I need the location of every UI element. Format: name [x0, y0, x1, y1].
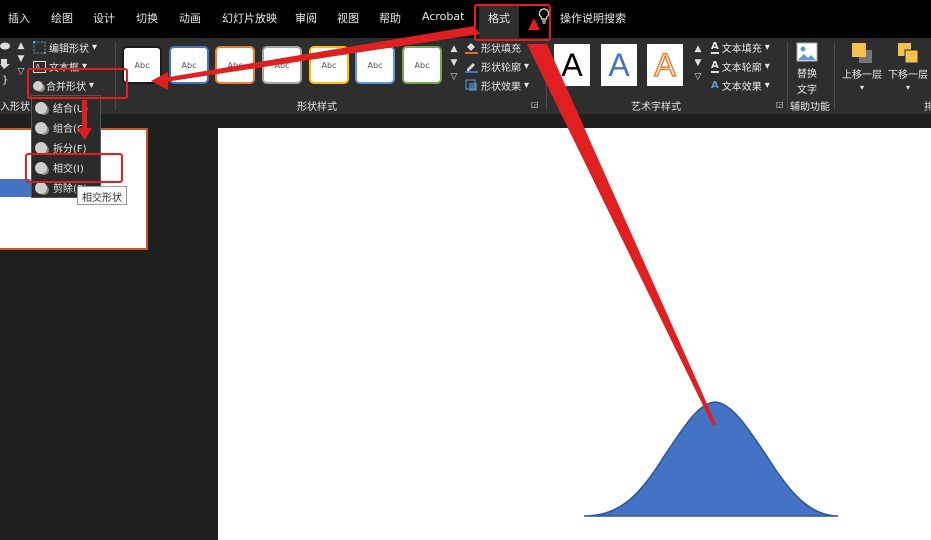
accessibility-group-label: 辅助功能 [790, 102, 830, 113]
wordart-style-orange[interactable]: A [647, 44, 683, 86]
shape-outline-button[interactable]: 形状轮廓 ▾ [465, 59, 529, 74]
tab-draw[interactable]: 绘图 [51, 10, 73, 26]
menu-item-combine[interactable]: 组合(C) [35, 120, 88, 135]
tab-help[interactable]: 帮助 [379, 10, 401, 26]
shape-fill-label: 形状填充 [481, 44, 521, 55]
shape-styles-group-label: 形状样式 [297, 102, 337, 113]
highlight-intersect-item [25, 153, 123, 183]
alt-text-label-line1: 替换 [797, 69, 817, 80]
tab-review[interactable]: 审阅 [295, 10, 317, 26]
chevron-down-icon: ▾ [764, 42, 770, 53]
subtract-icon [35, 181, 47, 194]
chevron-down-icon: ▾ [524, 80, 530, 91]
send-backward-label: 下移一层 [888, 70, 928, 81]
text-effects-icon: A [711, 80, 719, 91]
chevron-down-icon: ▾ [764, 80, 770, 91]
highlight-format-tab [474, 4, 551, 41]
divider [834, 42, 835, 110]
insert-shapes-group-label: 入形状 [0, 102, 30, 113]
chevron-down-icon: ▾ [524, 61, 530, 72]
text-fill-button[interactable]: A 文本填充 ▾ [711, 40, 770, 55]
shape-effects-button[interactable]: 形状效果 ▾ [465, 78, 529, 93]
shape-style-swatch[interactable]: Abc [169, 46, 209, 84]
shape-outline-label: 形状轮廓 [481, 63, 521, 74]
image-alt-text-icon [796, 42, 818, 62]
intersect-tooltip: 相交形状 [77, 186, 127, 205]
chevron-down-icon: ▾ [905, 83, 910, 92]
edit-shape-label: 编辑形状 [49, 44, 89, 55]
edit-shape-icon [33, 41, 46, 54]
shape-effects-label: 形状效果 [481, 82, 521, 93]
tab-insert[interactable]: 插入 [8, 10, 30, 26]
menu-item-union[interactable]: 结合(U) [35, 100, 88, 115]
highlight-merge-shapes [27, 68, 128, 99]
menu-item-label: 组合(C) [53, 124, 88, 135]
tab-acrobat[interactable]: Acrobat [422, 10, 464, 23]
text-fill-label: 文本填充 [721, 44, 762, 55]
combine-icon [35, 121, 47, 134]
shape-style-swatch[interactable]: Abc [122, 46, 162, 84]
shape-styles-scroll-arrows[interactable]: ▲ ▼ ▽ [447, 42, 461, 84]
chevron-down-icon: ▾ [92, 42, 98, 53]
bring-forward-button[interactable]: 上移一层 ▾ [842, 42, 882, 92]
arrange-group-label: 排 [924, 102, 931, 113]
shape-style-swatch[interactable]: Abc [215, 46, 255, 84]
chevron-down-icon: ▾ [859, 83, 864, 92]
divider [787, 42, 788, 110]
shape-brace-icon[interactable]: } [2, 75, 8, 86]
wordart-style-blue[interactable]: A [601, 44, 637, 86]
menu-item-label: 结合(U) [53, 104, 89, 115]
tell-me-search[interactable]: 操作说明搜索 [560, 10, 626, 26]
tab-animations[interactable]: 动画 [179, 10, 201, 26]
bring-forward-label: 上移一层 [842, 70, 882, 81]
divider [546, 42, 547, 110]
wordart-group-label: 艺术字样式 [631, 102, 681, 113]
tab-transitions[interactable]: 切换 [136, 10, 158, 26]
chevron-down-icon: ▾ [764, 61, 770, 72]
bring-forward-icon [852, 43, 872, 63]
shape-effects-icon [465, 79, 477, 91]
text-effects-label: 文本效果 [721, 82, 762, 93]
text-outline-icon: A [711, 60, 719, 73]
slide-canvas[interactable] [218, 128, 931, 540]
dialog-launcher-icon[interactable]: ◲ [776, 100, 784, 109]
pen-icon [465, 63, 478, 73]
wordart-style-black[interactable]: A [554, 44, 590, 86]
shape-arrow-icon[interactable] [0, 59, 12, 69]
alt-text-label-line2: 文字 [797, 85, 817, 96]
shape-oval-icon[interactable] [0, 42, 12, 50]
shape-fill-button[interactable]: 形状填充 [465, 40, 521, 55]
tab-view[interactable]: 视图 [337, 10, 359, 26]
tab-slideshow[interactable]: 幻灯片放映 [222, 10, 277, 26]
alt-text-button[interactable]: 替换 文字 [796, 42, 818, 96]
ribbon-tab-bar: 插入 绘图 设计 切换 动画 幻灯片放映 审阅 视图 帮助 Acrobat 格式… [0, 0, 931, 38]
text-effects-button[interactable]: A 文本效果 ▾ [711, 78, 770, 93]
text-outline-label: 文本轮廓 [721, 63, 762, 74]
send-backward-button[interactable]: 下移一层 ▾ [888, 42, 928, 92]
shape-style-swatch[interactable]: Abc [262, 46, 302, 84]
shape-style-swatch[interactable]: Abc [355, 46, 395, 84]
edit-shape-button[interactable]: 编辑形状 ▾ [33, 40, 97, 55]
text-outline-button[interactable]: A 文本轮廓 ▾ [711, 59, 770, 74]
tab-design[interactable]: 设计 [93, 10, 115, 26]
shape-style-swatch[interactable]: Abc [402, 46, 442, 84]
paint-bucket-icon [465, 43, 478, 54]
wordart-scroll-arrows[interactable]: ▲ ▼ ▽ [691, 42, 705, 84]
union-icon [35, 101, 47, 114]
send-backward-icon [898, 43, 919, 64]
dialog-launcher-icon[interactable]: ◲ [531, 100, 539, 109]
shapes-scroll-arrows[interactable]: ▲ ▼ ▽ [14, 40, 28, 79]
fragment-icon [35, 141, 47, 154]
shape-style-swatch[interactable]: Abc [309, 46, 349, 84]
bell-curve-shape[interactable] [218, 128, 931, 540]
text-fill-icon: A [711, 41, 719, 54]
